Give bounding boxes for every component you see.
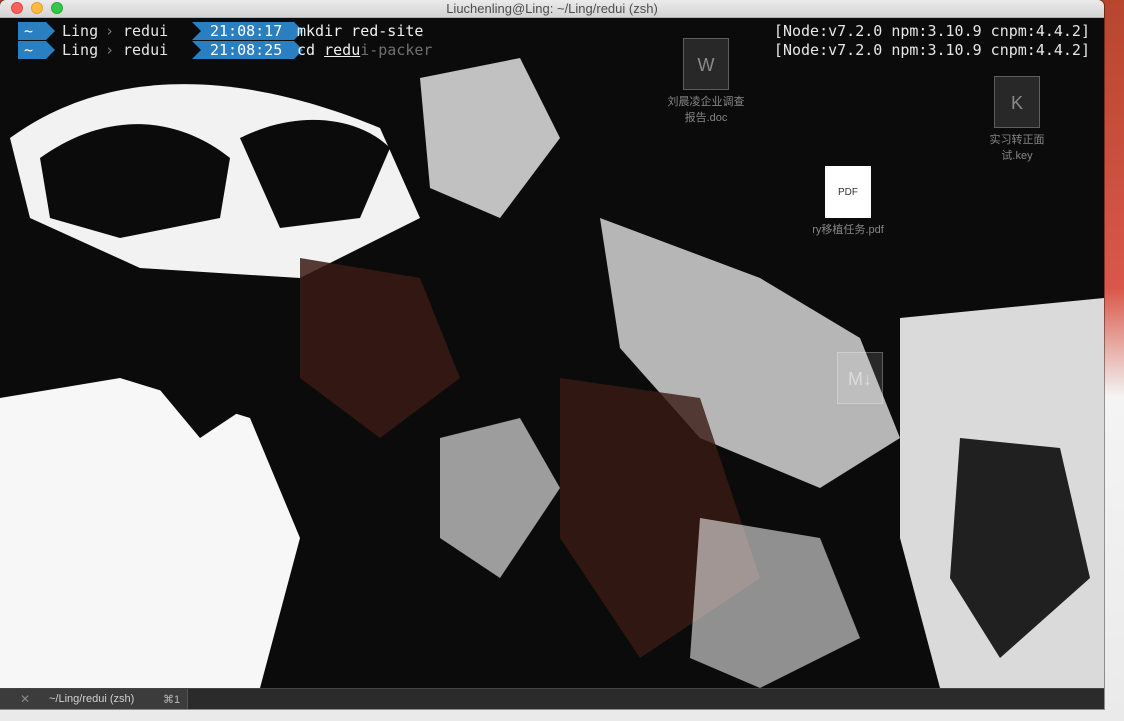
markdown-icon: M↓ (837, 352, 883, 404)
command-typed: mkdir red-site (297, 22, 424, 40)
title-bar[interactable]: Liuchenling@Ling: ~/Ling/redui (zsh) (0, 0, 1104, 18)
pdf-icon: PDF (825, 166, 871, 218)
desktop-icon-keynote[interactable]: K 实习转正面试.key (975, 76, 1059, 163)
terminal-content[interactable]: W 刘晨凌企业调查报告.doc K 实习转正面试.key PDF ry移植任务.… (0, 18, 1104, 688)
time-segment: 21:08:25 (192, 41, 303, 59)
desktop-icon-markdown[interactable]: M↓ (818, 352, 902, 407)
chevron-right-icon: › (105, 41, 115, 59)
desktop-icon-label: ry移植任务.pdf (812, 224, 884, 236)
wallpaper-noise (0, 18, 1104, 688)
desktop-icon-label: 实习转正面试.key (989, 134, 1045, 162)
prompt-line: ~ Ling › redui 21:08:25 cd redui-packer … (12, 40, 1090, 59)
desktop-icon-pdf[interactable]: PDF ry移植任务.pdf (806, 166, 890, 237)
home-segment: ~ (18, 41, 55, 59)
tab-shortcut: ⌘1 (163, 694, 181, 706)
terminal-window: Liuchenling@Ling: ~/Ling/redui (zsh) W 刘… (0, 0, 1104, 709)
text-cursor: u (351, 41, 361, 59)
command-input[interactable]: cd redui-packer (297, 41, 432, 60)
command-prefix: cd (297, 41, 325, 59)
time-segment: 21:08:17 (192, 22, 303, 40)
tab-bar: ✕ ~/Ling/redui (zsh) ⌘1 (0, 688, 1104, 709)
node-version-info: [Node:v7.2.0 npm:3.10.9 cnpm:4.4.2] (773, 41, 1090, 59)
autosuggestion: i-packer (360, 41, 433, 59)
close-icon[interactable]: ✕ (20, 692, 30, 706)
user-segment: Ling (62, 41, 99, 59)
directory-segment: redui (123, 22, 169, 40)
command-text: mkdir red-site (297, 22, 423, 41)
command-typed: red (324, 41, 352, 59)
tab-zsh[interactable]: ✕ ~/Ling/redui (zsh) ⌘1 (0, 689, 188, 709)
node-version-info: [Node:v7.2.0 npm:3.10.9 cnpm:4.4.2] (773, 22, 1090, 40)
prompt-line: ~ Ling › redui 21:08:17 mkdir red-site [… (12, 21, 1090, 40)
home-segment: ~ (18, 22, 55, 40)
window-title: Liuchenling@Ling: ~/Ling/redui (zsh) (446, 1, 658, 16)
tab-title: ~/Ling/redui (zsh) (49, 693, 135, 705)
directory-segment: redui (123, 41, 169, 59)
keynote-icon: K (994, 76, 1040, 128)
user-segment: Ling (62, 22, 99, 40)
chevron-right-icon: › (105, 22, 115, 40)
desktop-icon-label: 刘晨凌企业调查报告.doc (667, 96, 745, 124)
